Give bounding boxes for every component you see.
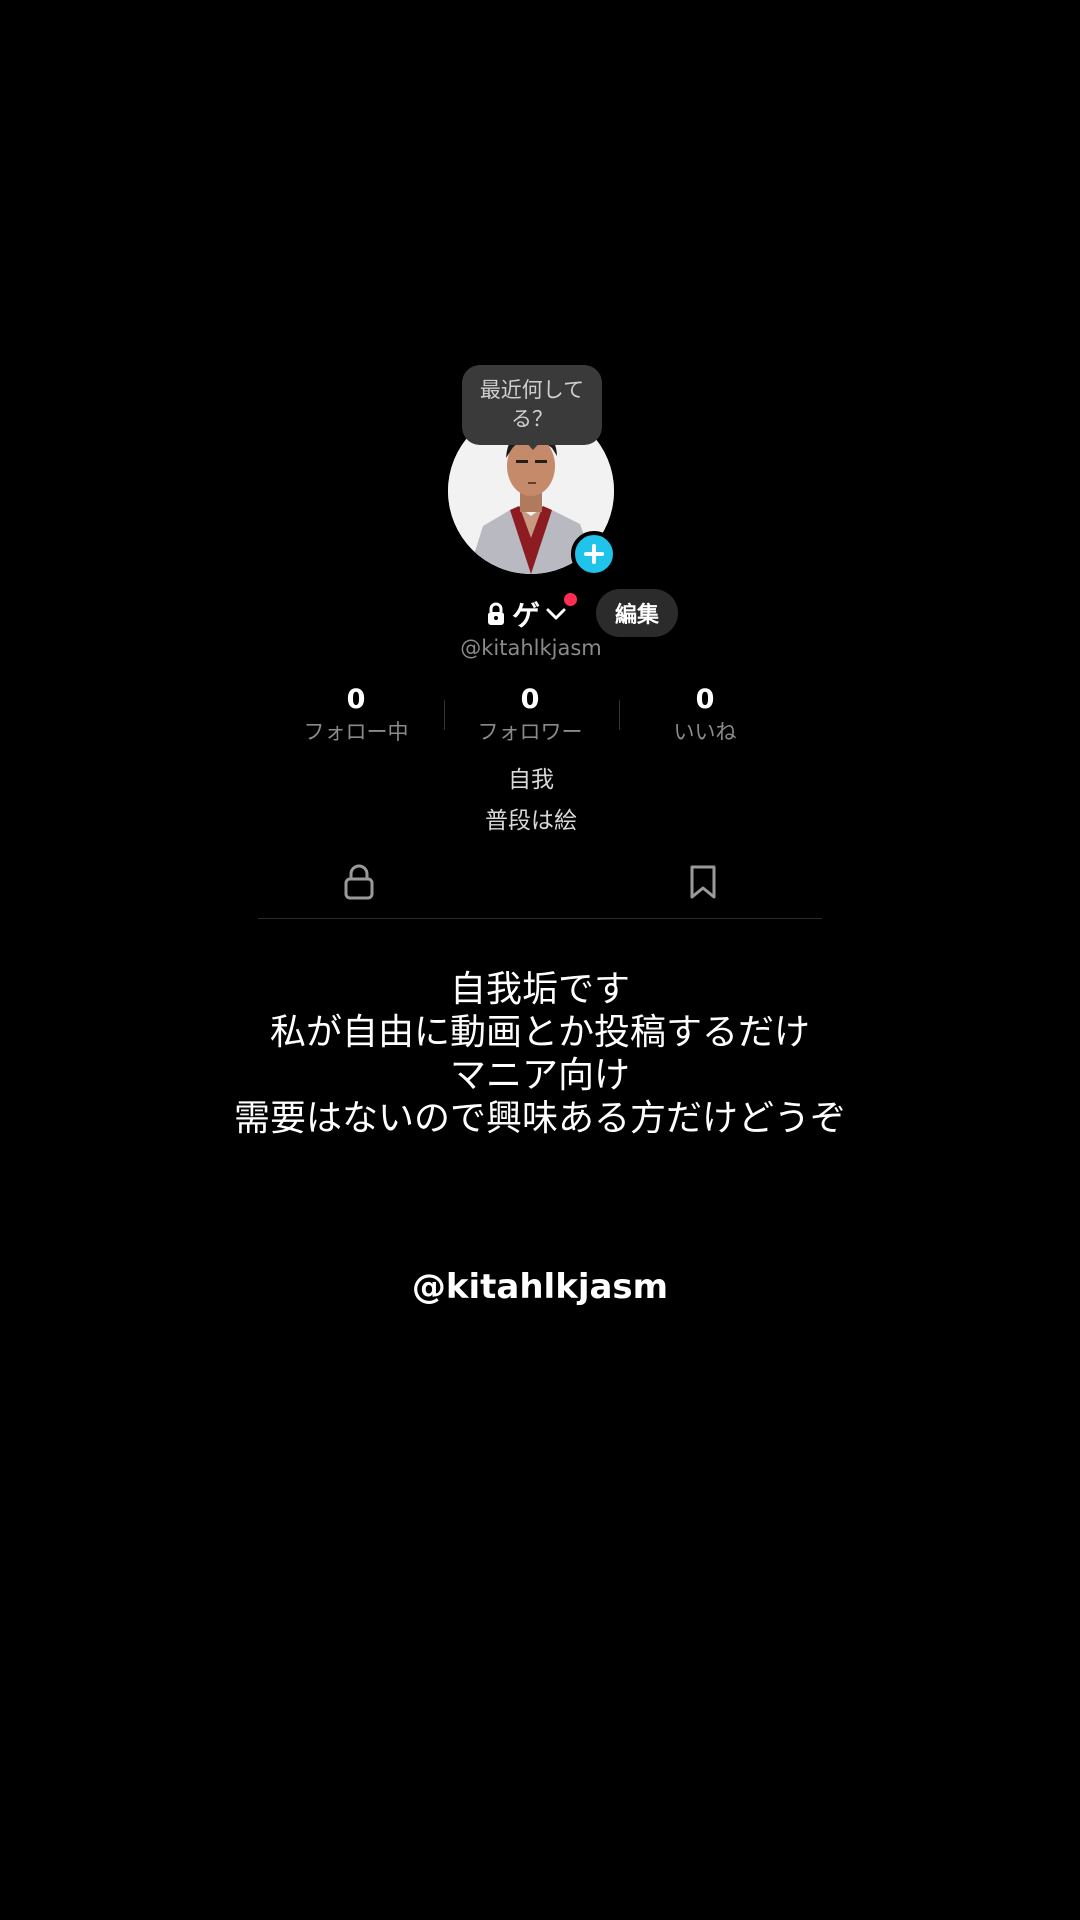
stat-likes[interactable]: 0 いいね bbox=[630, 683, 780, 747]
followers-count: 0 bbox=[520, 684, 540, 715]
edit-profile-button[interactable]: 編集 bbox=[596, 589, 678, 637]
lock-icon bbox=[344, 864, 374, 900]
username: @kitahlkjasm bbox=[460, 636, 602, 660]
display-name-row[interactable]: ゲ bbox=[486, 592, 568, 636]
bookmark-icon bbox=[690, 865, 716, 899]
following-count: 0 bbox=[346, 684, 366, 715]
overlay-caption: 自我垢です 私が自由に動画とか投稿するだけ マニア向け 需要はないので興味ある方… bbox=[0, 968, 1080, 1140]
tab-saved[interactable] bbox=[683, 862, 723, 902]
overlay-line: 自我垢です bbox=[449, 969, 630, 1010]
status-bubble-text: 最近何して る？ bbox=[479, 378, 585, 431]
bio-line: 自我 bbox=[508, 767, 554, 793]
add-story-button[interactable] bbox=[571, 531, 617, 577]
overlay-handle: @kitahlkjasm bbox=[411, 1267, 669, 1307]
followers-label: フォロワー bbox=[477, 720, 583, 744]
chevron-down-icon[interactable] bbox=[544, 605, 568, 623]
display-name: ゲ bbox=[512, 599, 541, 632]
plus-icon bbox=[584, 544, 604, 564]
notification-dot bbox=[564, 593, 577, 606]
tab-divider bbox=[258, 918, 822, 919]
bio-line: 普段は絵 bbox=[485, 808, 577, 834]
overlay-line: 需要はないので興味ある方だけどうぞ bbox=[233, 1098, 846, 1139]
status-bubble-tail bbox=[524, 440, 542, 450]
likes-count: 0 bbox=[695, 684, 715, 715]
stat-divider bbox=[444, 700, 445, 730]
stat-divider bbox=[619, 700, 620, 730]
likes-label: いいね bbox=[673, 720, 737, 744]
private-lock-icon bbox=[486, 602, 506, 626]
status-bubble[interactable]: 最近何して る？ bbox=[462, 365, 602, 445]
tab-private-videos[interactable] bbox=[339, 862, 379, 902]
overlay-line: マニア向け bbox=[449, 1055, 630, 1096]
stat-following[interactable]: 0 フォロー中 bbox=[281, 683, 431, 747]
following-label: フォロー中 bbox=[303, 720, 409, 744]
overlay-line: 私が自由に動画とか投稿するだけ bbox=[269, 1012, 810, 1053]
stat-followers[interactable]: 0 フォロワー bbox=[455, 683, 605, 747]
